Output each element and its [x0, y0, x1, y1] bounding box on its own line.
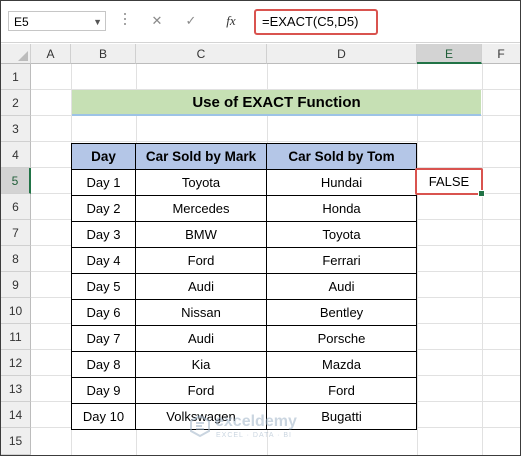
- column-header-a[interactable]: A: [31, 44, 71, 64]
- row-header-10[interactable]: 10: [1, 298, 31, 324]
- cell-mark[interactable]: Nissan: [135, 299, 267, 326]
- row-header-5[interactable]: 5: [1, 168, 31, 194]
- watermark-name: exceldemy: [215, 413, 297, 430]
- cancel-icon[interactable]: ✕: [147, 11, 167, 31]
- table-row: Day 1 Toyota Hundai: [71, 169, 417, 196]
- result-cell-e5[interactable]: FALSE: [415, 168, 485, 197]
- cell-tom[interactable]: Mazda: [266, 351, 417, 378]
- name-box[interactable]: E5 ▼: [8, 11, 106, 31]
- gridline: [417, 64, 418, 455]
- insert-function-icon[interactable]: fx: [219, 11, 243, 31]
- row-header-11[interactable]: 11: [1, 324, 31, 350]
- row-header-7[interactable]: 7: [1, 220, 31, 246]
- header-day[interactable]: Day: [71, 143, 136, 170]
- row-header-13[interactable]: 13: [1, 376, 31, 402]
- cell-day[interactable]: Day 2: [71, 195, 136, 222]
- row-header-9[interactable]: 9: [1, 272, 31, 298]
- row-header-1[interactable]: 1: [1, 64, 31, 90]
- cell-tom[interactable]: Porsche: [266, 325, 417, 352]
- row-header-4[interactable]: 4: [1, 142, 31, 168]
- table-row: Day 6 Nissan Bentley: [71, 299, 417, 326]
- table-row: Day 9 Ford Ford: [71, 377, 417, 404]
- cell-tom[interactable]: Ferrari: [266, 247, 417, 274]
- cell-day[interactable]: Day 8: [71, 351, 136, 378]
- cell-day[interactable]: Day 6: [71, 299, 136, 326]
- cell-tom[interactable]: Toyota: [266, 221, 417, 248]
- formula-bar: E5 ▼ ✕ ✓ fx =EXACT(C5,D5): [1, 1, 520, 43]
- column-header-b[interactable]: B: [71, 44, 136, 64]
- select-all-corner[interactable]: [1, 44, 31, 64]
- cell-day[interactable]: Day 4: [71, 247, 136, 274]
- sheet-title[interactable]: Use of EXACT Function: [72, 90, 481, 116]
- formula-bar-divider: [1, 42, 520, 43]
- column-header-f[interactable]: F: [482, 44, 520, 64]
- chevron-down-icon[interactable]: ▼: [93, 12, 102, 32]
- row-header-12[interactable]: 12: [1, 350, 31, 376]
- gridline: [31, 141, 520, 142]
- row-header-3[interactable]: 3: [1, 116, 31, 142]
- header-car-sold-by-mark[interactable]: Car Sold by Mark: [135, 143, 267, 170]
- row-header-8[interactable]: 8: [1, 246, 31, 272]
- cell-mark[interactable]: Audi: [135, 273, 267, 300]
- table-row: Day 5 Audi Audi: [71, 273, 417, 300]
- cell-day[interactable]: Day 9: [71, 377, 136, 404]
- formula-buttons: ✕ ✓ fx: [141, 11, 253, 31]
- row-header-2[interactable]: 2: [1, 90, 31, 116]
- cell-day[interactable]: Day 1: [71, 169, 136, 196]
- cell-tom[interactable]: Audi: [266, 273, 417, 300]
- cell-day[interactable]: Day 5: [71, 273, 136, 300]
- cell-mark[interactable]: Audi: [135, 325, 267, 352]
- spreadsheet-window: E5 ▼ ✕ ✓ fx =EXACT(C5,D5) A B C D E F 1 …: [0, 0, 521, 456]
- row-header-14[interactable]: 14: [1, 402, 31, 428]
- table-row: Day 7 Audi Porsche: [71, 325, 417, 352]
- column-header-e[interactable]: E: [417, 44, 482, 64]
- cell-day[interactable]: Day 3: [71, 221, 136, 248]
- table-row: Day 2 Mercedes Honda: [71, 195, 417, 222]
- table-header-row: Day Car Sold by Mark Car Sold by Tom: [71, 143, 417, 170]
- cell-mark[interactable]: Ford: [135, 247, 267, 274]
- gridline: [482, 64, 483, 455]
- cell-day[interactable]: Day 10: [71, 403, 136, 430]
- cell-tom[interactable]: Honda: [266, 195, 417, 222]
- cell-mark[interactable]: BMW: [135, 221, 267, 248]
- cell-day[interactable]: Day 7: [71, 325, 136, 352]
- cell-tom[interactable]: Hundai: [266, 169, 417, 196]
- cell-mark[interactable]: Mercedes: [135, 195, 267, 222]
- enter-icon[interactable]: ✓: [181, 11, 201, 31]
- cell-mark[interactable]: Toyota: [135, 169, 267, 196]
- table-row: Day 8 Kia Mazda: [71, 351, 417, 378]
- table-row: Day 4 Ford Ferrari: [71, 247, 417, 274]
- row-header-15[interactable]: 15: [1, 428, 31, 455]
- cell-tom[interactable]: Bentley: [266, 299, 417, 326]
- cell-mark[interactable]: Kia: [135, 351, 267, 378]
- table-row: Day 3 BMW Toyota: [71, 221, 417, 248]
- exceldemy-logo-icon: [190, 415, 210, 437]
- header-car-sold-by-tom[interactable]: Car Sold by Tom: [266, 143, 417, 170]
- cell-mark[interactable]: Ford: [135, 377, 267, 404]
- column-header-c[interactable]: C: [136, 44, 267, 64]
- column-header-d[interactable]: D: [267, 44, 417, 64]
- watermark-tagline: EXCEL · DATA · BI: [216, 432, 292, 439]
- row-header-6[interactable]: 6: [1, 194, 31, 220]
- formula-input[interactable]: =EXACT(C5,D5): [254, 9, 378, 35]
- cell-tom[interactable]: Ford: [266, 377, 417, 404]
- watermark: exceldemy EXCEL · DATA · BI: [189, 411, 339, 443]
- name-box-value: E5: [14, 15, 29, 29]
- drag-handle-icon[interactable]: [123, 13, 127, 29]
- data-table: Day Car Sold by Mark Car Sold by Tom Day…: [71, 143, 417, 430]
